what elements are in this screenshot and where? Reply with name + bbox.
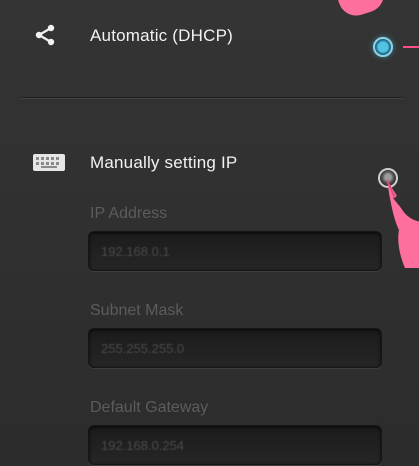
- default-gateway-input[interactable]: 192.168.0.254: [88, 425, 382, 465]
- default-gateway-value: 192.168.0.254: [101, 438, 185, 453]
- ip-address-input[interactable]: 192.168.0.1: [88, 231, 382, 271]
- hand-pointer-icon: [386, 179, 419, 268]
- default-gateway-label: Default Gateway: [90, 399, 209, 416]
- network-settings-panel: Automatic (DHCP) Manually setting IP IP …: [0, 0, 419, 466]
- dhcp-radio-button[interactable]: [373, 37, 393, 57]
- manual-ip-option-label: Manually setting IP: [90, 153, 238, 172]
- ip-address-value: 192.168.0.1: [101, 244, 170, 259]
- subnet-mask-label: Subnet Mask: [90, 302, 184, 319]
- dhcp-option-label: Automatic (DHCP): [90, 26, 234, 45]
- ip-address-label: IP Address: [90, 205, 168, 222]
- share-icon: [35, 24, 55, 46]
- keyboard-icon: [33, 154, 65, 171]
- dhcp-option-row[interactable]: Automatic (DHCP): [0, 0, 419, 90]
- subnet-mask-value: 255.255.255.0: [101, 341, 185, 356]
- subnet-mask-input[interactable]: 255.255.255.0: [88, 328, 382, 368]
- section-divider: [22, 97, 402, 98]
